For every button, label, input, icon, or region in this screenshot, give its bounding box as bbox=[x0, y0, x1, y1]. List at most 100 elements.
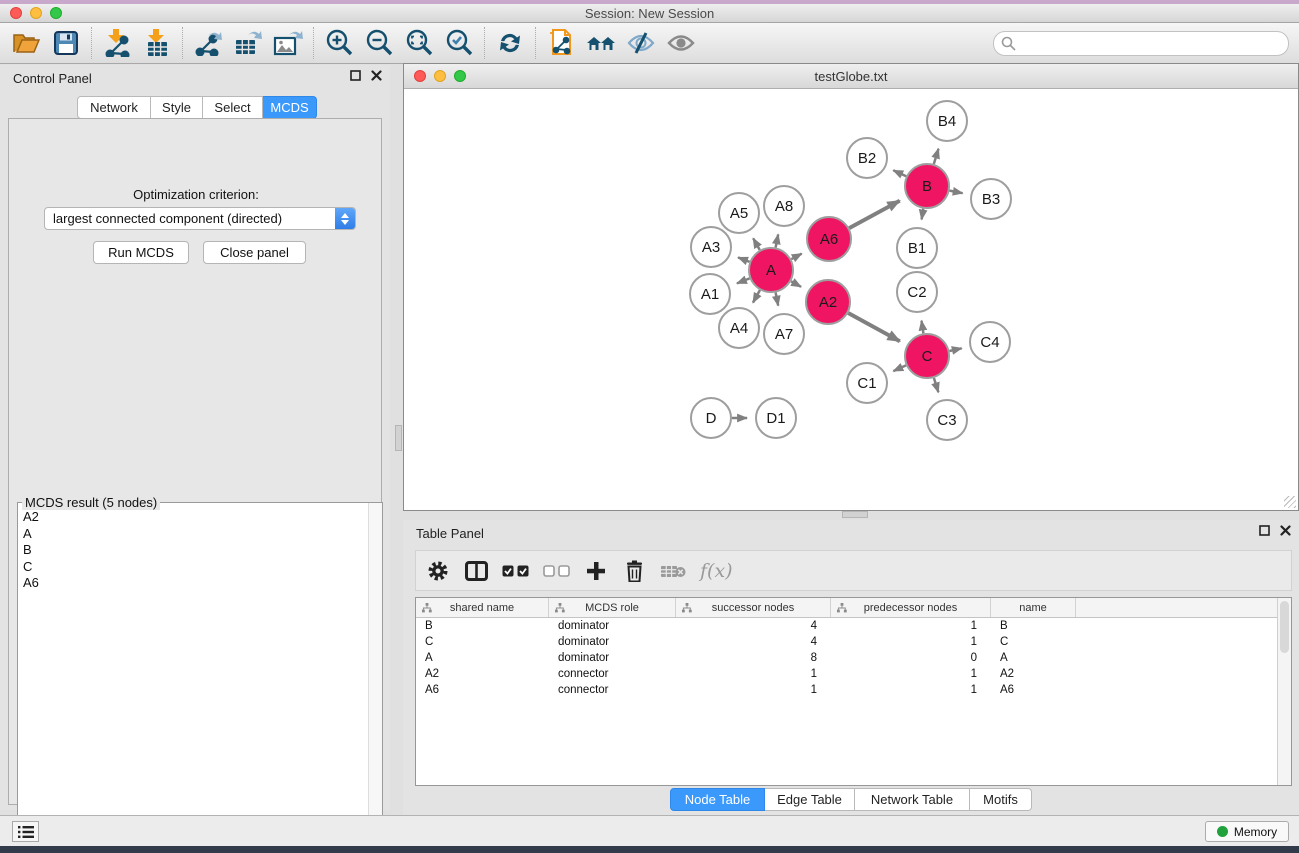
close-panel-icon[interactable] bbox=[371, 70, 382, 81]
graph-node-A5[interactable]: A5 bbox=[718, 192, 760, 234]
first-neighbors-button[interactable] bbox=[581, 25, 621, 61]
zoom-selected-button[interactable] bbox=[439, 25, 479, 61]
tab-mcds[interactable]: MCDS bbox=[263, 96, 317, 119]
memory-button[interactable]: Memory bbox=[1205, 821, 1289, 842]
delete-row-button[interactable] bbox=[622, 556, 646, 586]
memory-status-icon bbox=[1217, 826, 1228, 837]
function-builder-button[interactable]: f(x) bbox=[700, 556, 733, 586]
table-cell: A2 bbox=[991, 668, 1076, 680]
table-cell: B bbox=[416, 620, 549, 632]
vertical-splitter-grip[interactable] bbox=[395, 425, 402, 451]
table-row[interactable]: Cdominator41C bbox=[416, 634, 1291, 650]
close-panel-button[interactable]: Close panel bbox=[203, 241, 306, 264]
hide-selected-button[interactable] bbox=[621, 25, 661, 61]
network-view-window: testGlobe.txt B4 B2 B B3 A8A5 A6 A3 B1 A C2 A1 A2 A4… bbox=[403, 63, 1299, 511]
graph-node-C3[interactable]: C3 bbox=[926, 399, 968, 441]
minimize-window-icon[interactable] bbox=[30, 7, 42, 19]
graph-node-B1[interactable]: B1 bbox=[896, 227, 938, 269]
graph-node-A4[interactable]: A4 bbox=[718, 307, 760, 349]
column-header-successor-nodes[interactable]: successor nodes bbox=[676, 598, 831, 617]
graph-node-C[interactable]: C bbox=[904, 333, 950, 379]
table-scrollbar[interactable] bbox=[1277, 598, 1291, 785]
zoom-fit-button[interactable] bbox=[399, 25, 439, 61]
graph-node-C4[interactable]: C4 bbox=[969, 321, 1011, 363]
table-cell: 1 bbox=[831, 668, 991, 680]
graph-node-C1[interactable]: C1 bbox=[846, 362, 888, 404]
graph-node-A[interactable]: A bbox=[748, 247, 794, 293]
graph-node-B2[interactable]: B2 bbox=[846, 137, 888, 179]
close-panel-icon[interactable] bbox=[1280, 525, 1291, 536]
column-type-icon bbox=[682, 603, 692, 613]
show-all-button[interactable] bbox=[661, 25, 701, 61]
graph-node-D[interactable]: D bbox=[690, 397, 732, 439]
table-settings-button[interactable] bbox=[426, 556, 450, 586]
tab-motifs[interactable]: Motifs bbox=[970, 788, 1032, 811]
new-network-from-selection-button[interactable] bbox=[541, 25, 581, 61]
graph-node-B[interactable]: B bbox=[904, 163, 950, 209]
network-titlebar[interactable]: testGlobe.txt bbox=[404, 64, 1298, 89]
column-header-shared-name[interactable]: shared name bbox=[416, 598, 549, 617]
show-panels-button[interactable] bbox=[12, 821, 39, 842]
tab-select[interactable]: Select bbox=[203, 96, 263, 119]
deselect-all-button[interactable] bbox=[543, 556, 570, 586]
tab-network-table[interactable]: Network Table bbox=[855, 788, 970, 811]
graph-node-C2[interactable]: C2 bbox=[896, 271, 938, 313]
graph-node-A6[interactable]: A6 bbox=[806, 216, 852, 262]
open-session-button[interactable] bbox=[6, 25, 46, 61]
graph-node-A2[interactable]: A2 bbox=[805, 279, 851, 325]
column-header-MCDS-role[interactable]: MCDS role bbox=[549, 598, 676, 617]
tab-edge-table[interactable]: Edge Table bbox=[765, 788, 855, 811]
main-titlebar[interactable]: Session: New Session bbox=[0, 4, 1299, 23]
show-column-button[interactable] bbox=[464, 556, 488, 586]
graph-node-B3[interactable]: B3 bbox=[970, 178, 1012, 220]
close-window-icon[interactable] bbox=[10, 7, 22, 19]
zoom-network-icon[interactable] bbox=[454, 70, 466, 82]
graph-node-B4[interactable]: B4 bbox=[926, 100, 968, 142]
select-all-button[interactable] bbox=[502, 556, 529, 586]
tab-style[interactable]: Style bbox=[151, 96, 203, 119]
export-table-button[interactable] bbox=[228, 25, 268, 61]
table-row[interactable]: Bdominator41B bbox=[416, 618, 1291, 634]
result-item[interactable]: A6 bbox=[20, 575, 367, 592]
zoom-in-button[interactable] bbox=[319, 25, 359, 61]
tab-node-table[interactable]: Node Table bbox=[670, 788, 765, 811]
table-row[interactable]: Adominator80A bbox=[416, 650, 1291, 666]
add-row-button[interactable] bbox=[584, 556, 608, 586]
table-row[interactable]: A6connector11A6 bbox=[416, 682, 1291, 698]
table-row[interactable]: A2connector11A2 bbox=[416, 666, 1291, 682]
close-network-icon[interactable] bbox=[414, 70, 426, 82]
graph-node-A8[interactable]: A8 bbox=[763, 185, 805, 227]
network-canvas[interactable]: B4 B2 B B3 A8A5 A6 A3 B1 A C2 A1 A2 A4A7 C4 C C1 D D1 C3 bbox=[404, 89, 1298, 510]
horizontal-splitter-grip[interactable] bbox=[842, 511, 868, 518]
export-network-button[interactable] bbox=[188, 25, 228, 61]
result-item[interactable]: A bbox=[20, 526, 367, 543]
zoom-fit-icon bbox=[405, 29, 433, 57]
result-item[interactable]: B bbox=[20, 542, 367, 559]
trash-icon bbox=[625, 560, 644, 582]
result-scrollbar[interactable] bbox=[368, 503, 382, 846]
result-item[interactable]: C bbox=[20, 559, 367, 576]
float-panel-icon[interactable] bbox=[1259, 525, 1270, 536]
column-header-predecessor-nodes[interactable]: predecessor nodes bbox=[831, 598, 991, 617]
save-session-button[interactable] bbox=[46, 25, 86, 61]
refresh-button[interactable] bbox=[490, 25, 530, 61]
graph-node-A3[interactable]: A3 bbox=[690, 226, 732, 268]
network-resize-grip[interactable] bbox=[1284, 496, 1296, 508]
float-panel-icon[interactable] bbox=[350, 70, 361, 81]
zoom-window-icon[interactable] bbox=[50, 7, 62, 19]
graph-node-A1[interactable]: A1 bbox=[689, 273, 731, 315]
import-network-button[interactable] bbox=[97, 25, 137, 61]
zoom-out-button[interactable] bbox=[359, 25, 399, 61]
column-header-name[interactable]: name bbox=[991, 598, 1076, 617]
search-input[interactable] bbox=[993, 31, 1289, 56]
tab-network[interactable]: Network bbox=[77, 96, 151, 119]
export-image-button[interactable] bbox=[268, 25, 308, 61]
minimize-network-icon[interactable] bbox=[434, 70, 446, 82]
result-item[interactable]: A2 bbox=[20, 509, 367, 526]
graph-node-D1[interactable]: D1 bbox=[755, 397, 797, 439]
import-table-button[interactable] bbox=[137, 25, 177, 61]
graph-node-A7[interactable]: A7 bbox=[763, 313, 805, 355]
run-mcds-button[interactable]: Run MCDS bbox=[93, 241, 189, 264]
delete-table-button[interactable] bbox=[660, 556, 686, 586]
criterion-dropdown[interactable]: largest connected component (directed) bbox=[44, 207, 356, 230]
